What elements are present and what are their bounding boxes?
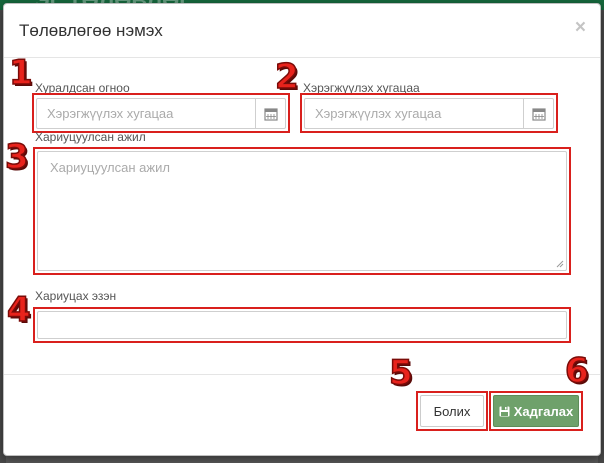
save-button-label: Хадгалах [513,403,574,419]
add-plan-modal: Төлөвлөгөө нэмэх × Хуралдсан огноо Хэрэг… [3,3,601,456]
calendar-icon[interactable] [523,99,553,128]
annotation-marker-3: 3 [4,137,29,177]
meeting-date-input[interactable]: Хэрэгжүүлэх хугацаа [36,98,286,129]
deadline-input[interactable]: Хэрэгжүүлэх хугацаа [304,98,554,129]
responsible-work-textarea[interactable]: Хариуцуулсан ажил [37,151,567,271]
deadline-label: Хэрэгжүүлэх хугацаа [303,81,420,95]
annotation-marker-4: 4 [6,290,31,330]
annotation-marker-5: 5 [388,353,413,393]
responsible-work-placeholder: Хариуцуулсан ажил [50,160,170,175]
annotation-marker-2: 2 [274,57,299,97]
calendar-icon[interactable] [255,99,285,128]
meeting-date-label: Хуралдсан огноо [35,81,130,95]
save-button[interactable]: Хадгалах [493,395,579,427]
owner-input[interactable] [37,311,567,339]
modal-header: Төлөвлөгөө нэмэх × [4,4,600,58]
annotation-marker-1: 1 [8,53,33,93]
responsible-work-label: Хариуцуулсан ажил [35,130,146,144]
modal-title: Төлөвлөгөө нэмэх [19,21,163,40]
owner-label: Хариуцах эзэн [35,289,117,303]
close-icon[interactable]: × [575,18,586,37]
cancel-button[interactable]: Болих [420,395,484,427]
floppy-disk-icon [499,406,510,416]
deadline-placeholder: Хэрэгжүүлэх хугацаа [315,106,442,121]
modal-footer-divider [4,374,600,375]
screen: ЭГ ТӨЛӨВЛӨГ Төлөвлөгөө нэмэх × Хуралдсан… [0,0,604,463]
resize-grip-icon[interactable] [556,260,564,268]
meeting-date-placeholder: Хэрэгжүүлэх хугацаа [47,106,174,121]
annotation-marker-6: 6 [564,351,589,391]
